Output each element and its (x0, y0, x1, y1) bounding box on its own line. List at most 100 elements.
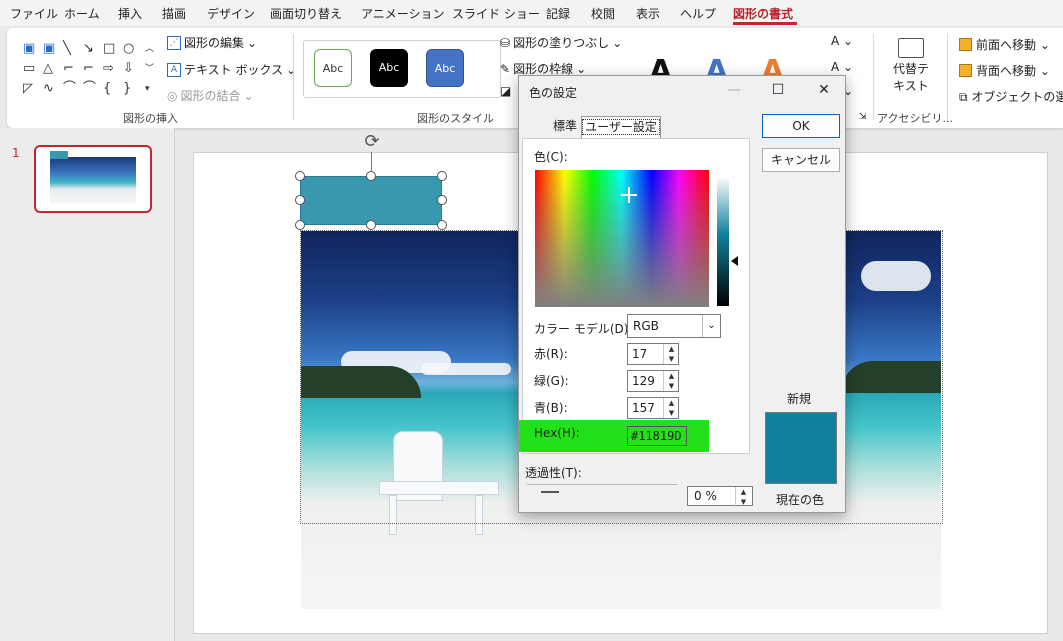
arc-shape-icon[interactable]: ⌒ (63, 82, 76, 96)
shapes-gallery[interactable]: ▣ ▣ ╲ ↘ □ ○ ▭ △ ⌐ ⌐ ⇨ ⇩ ◸ ∿ ⌒ ⌒ { } ︿ ﹀ … (21, 40, 157, 100)
green-spinner[interactable]: ▲ ▼ (663, 371, 679, 391)
merge-shapes-button[interactable]: ◎ 図形の結合 ⌄ (167, 87, 254, 104)
text-box-shape-icon[interactable]: ▣ (23, 42, 35, 56)
scribble-shape-icon[interactable]: ∿ (43, 82, 54, 96)
style-preset-outline[interactable]: Abc (314, 49, 352, 87)
selection-pane-button[interactable]: ⧉ オブジェクトの選択 (959, 88, 1063, 105)
gallery-scroll-down-icon[interactable]: ﹀ (145, 62, 154, 76)
arrow-line-shape-icon[interactable]: ↘ (83, 42, 94, 56)
chevron-down-icon: ⌄ (576, 61, 587, 76)
maximize-icon[interactable]: ☐ (765, 79, 791, 101)
tab-record[interactable]: 記録 (546, 5, 570, 22)
image-alt-text-icon (898, 38, 924, 58)
text-outline-icon[interactable]: A ⌄ (831, 60, 853, 74)
gallery-scroll-up-icon[interactable]: ︿ (145, 42, 154, 56)
style-preset-black[interactable]: Abc (370, 49, 408, 87)
color-model-select[interactable]: RGB ⌄ (627, 314, 721, 338)
send-backward-icon (959, 64, 972, 77)
spin-up-icon[interactable]: ▲ (664, 398, 679, 408)
freeform-shape-icon[interactable]: ◸ (23, 82, 33, 96)
tab-home[interactable]: ホーム (64, 5, 100, 22)
bring-forward-icon (959, 38, 972, 51)
tab-draw[interactable]: 描画 (162, 5, 186, 22)
alt-text-button[interactable]: 代替テ キスト (887, 36, 935, 100)
right-brace-shape-icon[interactable]: } (123, 82, 131, 96)
text-fill-icon[interactable]: A ⌄ (831, 34, 853, 48)
ribbon-tab-bar: ファイル ホーム 挿入 描画 デザイン 画面切り替え アニメーション スライド … (0, 0, 1063, 26)
resize-handle-top[interactable] (366, 171, 376, 181)
rectangle-shape-icon[interactable]: □ (103, 42, 115, 56)
photo-island-left (301, 366, 421, 398)
spin-down-icon[interactable]: ▼ (664, 354, 679, 364)
right-arrow-shape-icon[interactable]: ⇨ (103, 62, 114, 76)
selected-rectangle-shape[interactable] (300, 176, 442, 225)
tab-slideshow[interactable]: スライド ショー (452, 5, 540, 22)
tab-transitions[interactable]: 画面切り替え (270, 5, 342, 22)
slide-thumbnail[interactable] (34, 145, 152, 213)
spin-up-icon[interactable]: ▲ (736, 487, 751, 497)
shape-fill-label: 図形の塗りつぶし (513, 36, 610, 50)
resize-handle-top-right[interactable] (437, 171, 447, 181)
resize-handle-bottom[interactable] (366, 220, 376, 230)
spin-up-icon[interactable]: ▲ (664, 344, 679, 354)
transparency-slider[interactable] (541, 491, 559, 493)
cancel-button[interactable]: キャンセル (762, 148, 840, 172)
send-backward-button[interactable]: 背面へ移動 ⌄ (959, 62, 1050, 79)
gallery-more-icon[interactable]: ▾ (145, 82, 150, 96)
vertical-text-shape-icon[interactable]: ▣ (43, 42, 55, 56)
curve-shape-icon[interactable]: ⌒ (83, 82, 96, 96)
luminance-slider[interactable] (717, 176, 729, 306)
spin-down-icon[interactable]: ▼ (664, 408, 679, 418)
spin-down-icon[interactable]: ▼ (736, 497, 751, 507)
luminance-pointer-icon[interactable] (731, 256, 738, 266)
down-arrow-shape-icon[interactable]: ⇩ (123, 62, 134, 76)
line-shape-icon[interactable]: ╲ (63, 42, 71, 56)
tab-review[interactable]: 校閲 (591, 5, 615, 22)
dialog-launcher-icon[interactable]: ⇲ (859, 112, 867, 122)
resize-handle-left[interactable] (295, 195, 305, 205)
elbow-arrow-shape-icon[interactable]: ⌐ (83, 62, 94, 76)
blue-spinner[interactable]: ▲ ▼ (663, 398, 679, 418)
tab-file[interactable]: ファイル (10, 5, 58, 22)
tab-insert[interactable]: 挿入 (118, 5, 142, 22)
insert-shapes-group-label: 図形の挿入 (123, 112, 178, 125)
close-icon[interactable]: ✕ (811, 79, 837, 101)
dialog-title: 色の設定 (529, 86, 578, 100)
shape-styles-group-label: 図形のスタイル (417, 112, 494, 125)
rotate-handle-icon[interactable]: ⟳ (362, 132, 382, 152)
tab-custom-label: ユーザー設定 (582, 119, 660, 135)
group-divider (293, 34, 294, 120)
red-spinner[interactable]: ▲ ▼ (663, 344, 679, 364)
resize-handle-top-left[interactable] (295, 171, 305, 181)
color-label: 色(C): (534, 150, 568, 164)
tab-view[interactable]: 表示 (636, 5, 660, 22)
elbow-connector-shape-icon[interactable]: ⌐ (63, 62, 74, 76)
shape-style-gallery[interactable]: Abc Abc Abc (303, 40, 501, 98)
oval-shape-icon[interactable]: ○ (123, 42, 134, 56)
resize-handle-bottom-right[interactable] (437, 220, 447, 230)
transparency-spinner[interactable]: ▲ ▼ (735, 487, 751, 507)
new-color-label: 新規 (787, 392, 812, 406)
slide-thumbnail-panel: 1 (0, 128, 175, 641)
chevron-down-icon: ⌄ (243, 88, 254, 103)
style-preset-blue[interactable]: Abc (426, 49, 464, 87)
resize-handle-right[interactable] (437, 195, 447, 205)
resize-handle-bottom-left[interactable] (295, 220, 305, 230)
bring-forward-button[interactable]: 前面へ移動 ⌄ (959, 36, 1050, 53)
rounded-rect-shape-icon[interactable]: ▭ (23, 62, 35, 76)
tab-custom[interactable]: ユーザー設定 (581, 116, 661, 138)
hex-input[interactable]: #11819D (627, 426, 687, 446)
tab-help[interactable]: ヘルプ (680, 5, 716, 22)
tab-shape-format[interactable]: 図形の書式 (733, 5, 793, 22)
tab-animations[interactable]: アニメーション (361, 5, 445, 22)
shape-effects-icon[interactable]: ◪ (500, 84, 511, 98)
shape-fill-button[interactable]: ⛁ 図形の塗りつぶし ⌄ (500, 34, 622, 51)
tab-design[interactable]: デザイン (207, 5, 255, 22)
triangle-shape-icon[interactable]: △ (43, 62, 53, 76)
spin-up-icon[interactable]: ▲ (664, 371, 679, 381)
ok-button[interactable]: OK (762, 114, 840, 138)
text-box-button[interactable]: A テキスト ボックス ⌄ (167, 61, 296, 78)
spin-down-icon[interactable]: ▼ (664, 381, 679, 391)
left-brace-shape-icon[interactable]: { (103, 82, 111, 96)
edit-shape-button[interactable]: ⋰ 図形の編集 ⌄ (167, 34, 257, 51)
